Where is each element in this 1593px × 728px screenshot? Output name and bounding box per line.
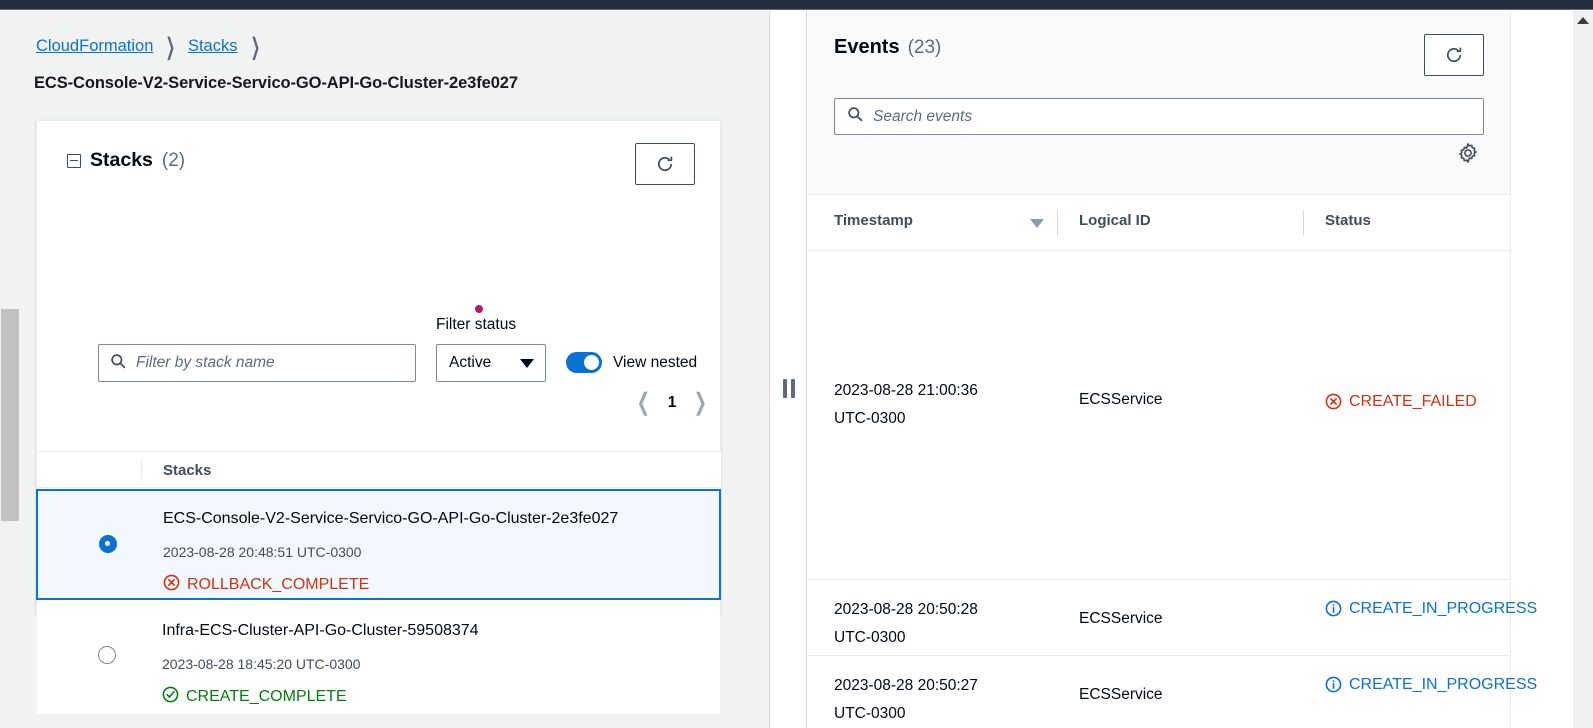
breadcrumb-separator-icon: ❯: [165, 34, 176, 61]
stacks-heading: Stacks (2): [67, 149, 185, 172]
status-label: ROLLBACK_COMPLETE: [187, 576, 370, 593]
status-badge: ROLLBACK_COMPLETE: [163, 574, 369, 596]
stack-row-radio[interactable]: [99, 535, 117, 553]
column-header-timestamp[interactable]: Timestamp: [834, 212, 913, 229]
event-logical-id: ECSService: [1079, 686, 1163, 703]
table-row[interactable]: 2023-08-28 20:50:27 UTC-0300 ECSService …: [808, 656, 1537, 728]
page-scrollbar-thumb[interactable]: [1, 309, 19, 521]
minus-square-icon[interactable]: [67, 153, 81, 168]
info-circle-icon: [1325, 600, 1342, 622]
refresh-icon: [655, 154, 675, 174]
chevron-left-icon[interactable]: ❮: [637, 391, 650, 415]
refresh-icon: [1444, 45, 1464, 65]
event-logical-id: ECSService: [1079, 391, 1163, 408]
search-input[interactable]: Search events: [834, 98, 1484, 135]
stacks-pagination: ❮ 1 ❯: [635, 391, 709, 415]
events-settings-button[interactable]: [1457, 142, 1479, 169]
drag-handle-vertical-icon[interactable]: [783, 379, 795, 398]
stack-name: ECS-Console-V2-Service-Servico-GO-API-Go…: [163, 510, 619, 527]
stack-row-radio[interactable]: [98, 646, 116, 664]
events-panel-header: Events (23) Search events: [808, 11, 1511, 195]
events-heading: Events (23): [834, 36, 941, 59]
error-circle-x-icon: [163, 574, 180, 596]
table-row[interactable]: Infra-ECS-Cluster-API-Go-Cluster-5950837…: [37, 602, 720, 714]
stack-name-filter-input[interactable]: Filter by stack name: [98, 344, 416, 382]
status-badge: CREATE_COMPLETE: [162, 686, 347, 708]
triangle-up-icon[interactable]: [1577, 17, 1589, 24]
stack-timestamp: 2023-08-28 20:48:51 UTC-0300: [163, 544, 362, 560]
events-table-header: Timestamp Logical ID Status: [808, 196, 1511, 251]
event-timestamp: 2023-08-28 20:50:28 UTC-0300: [834, 601, 978, 646]
top-navigation-bar: [0, 0, 1593, 10]
search-input-placeholder: Search events: [873, 107, 973, 125]
status-label: CREATE_COMPLETE: [186, 688, 347, 705]
caret-down-icon: [520, 358, 534, 368]
app-root: CloudFormation ❯ Stacks ❯ ECS-Console-V2…: [0, 0, 1593, 728]
pagination-page-1[interactable]: 1: [668, 394, 677, 412]
table-row[interactable]: ECS-Console-V2-Service-Servico-GO-API-Go…: [36, 489, 721, 600]
stacks-card: Stacks (2) Filter status Filter by stack…: [36, 120, 721, 714]
breadcrumb-separator-icon: ❯: [250, 34, 260, 61]
info-circle-icon: [1325, 676, 1342, 698]
header-divider: [141, 460, 142, 482]
status-badge: CREATE_IN_PROGRESS: [1325, 672, 1540, 698]
stacks-count: (2): [161, 149, 186, 171]
pane-splitter[interactable]: [769, 11, 807, 728]
refresh-events-button[interactable]: [1424, 34, 1484, 76]
table-row[interactable]: 2023-08-28 20:50:28 UTC-0300 ECSService …: [808, 580, 1537, 656]
event-logical-id: ECSService: [1079, 610, 1163, 627]
stack-name: Infra-ECS-Cluster-API-Go-Cluster-5950837…: [162, 622, 479, 639]
search-icon: [847, 106, 863, 127]
event-timestamp: 2023-08-28 20:50:27 UTC-0300: [834, 677, 978, 722]
stacks-heading-label: Stacks: [90, 149, 153, 171]
gear-icon: [1457, 143, 1479, 168]
status-label[interactable]: CREATE_IN_PROGRESS: [1349, 596, 1537, 622]
status-label[interactable]: CREATE_FAILED: [1349, 389, 1477, 415]
search-icon: [110, 353, 126, 374]
events-count: (23): [907, 37, 942, 58]
stacks-table-header: Stacks: [38, 451, 721, 488]
success-circle-check-icon: [162, 686, 179, 708]
refresh-stacks-button[interactable]: [635, 143, 695, 185]
stacks-column-header: Stacks: [163, 462, 212, 479]
page-title: ECS-Console-V2-Service-Servico-GO-API-Go…: [34, 74, 518, 92]
view-nested-label: View nested: [613, 353, 698, 371]
cursor-click-marker: [475, 305, 483, 313]
toggle-switch: [566, 352, 602, 373]
breadcrumb-item-cloudformation[interactable]: CloudFormation: [36, 37, 153, 56]
header-divider: [1057, 210, 1058, 236]
stacks-left-pane: CloudFormation ❯ Stacks ❯ ECS-Console-V2…: [0, 11, 769, 728]
error-circle-x-icon: [1325, 393, 1342, 415]
page-scrollbar-track[interactable]: [1573, 11, 1593, 728]
table-row[interactable]: 2023-08-28 21:00:36 UTC-0300 ECSService …: [808, 252, 1511, 580]
events-heading-label: Events: [834, 36, 900, 58]
status-badge: CREATE_IN_PROGRESS: [1325, 596, 1540, 622]
filter-status-value: Active: [449, 354, 492, 371]
events-right-pane: Events (23) Search events Timestamp Logi…: [808, 11, 1572, 728]
stacks-card-header: Stacks (2): [37, 121, 720, 223]
header-divider: [1303, 210, 1304, 236]
column-header-logical-id[interactable]: Logical ID: [1079, 212, 1151, 229]
status-badge: CREATE_FAILED: [1325, 389, 1540, 415]
filter-status-select[interactable]: Active: [436, 344, 546, 382]
view-nested-toggle[interactable]: View nested: [566, 352, 697, 373]
chevron-right-icon[interactable]: ❯: [694, 391, 707, 415]
event-timestamp: 2023-08-28 21:00:36 UTC-0300: [834, 382, 978, 427]
stack-name-filter-placeholder: Filter by stack name: [136, 354, 275, 371]
filter-status-label: Filter status: [436, 316, 517, 333]
breadcrumb: CloudFormation ❯ Stacks ❯: [36, 34, 261, 60]
column-header-status[interactable]: Status: [1325, 212, 1371, 229]
stack-timestamp: 2023-08-28 18:45:20 UTC-0300: [162, 656, 361, 672]
breadcrumb-item-stacks[interactable]: Stacks: [188, 37, 238, 56]
caret-down-icon[interactable]: [1030, 219, 1044, 228]
status-label[interactable]: CREATE_IN_PROGRESS: [1349, 672, 1537, 698]
